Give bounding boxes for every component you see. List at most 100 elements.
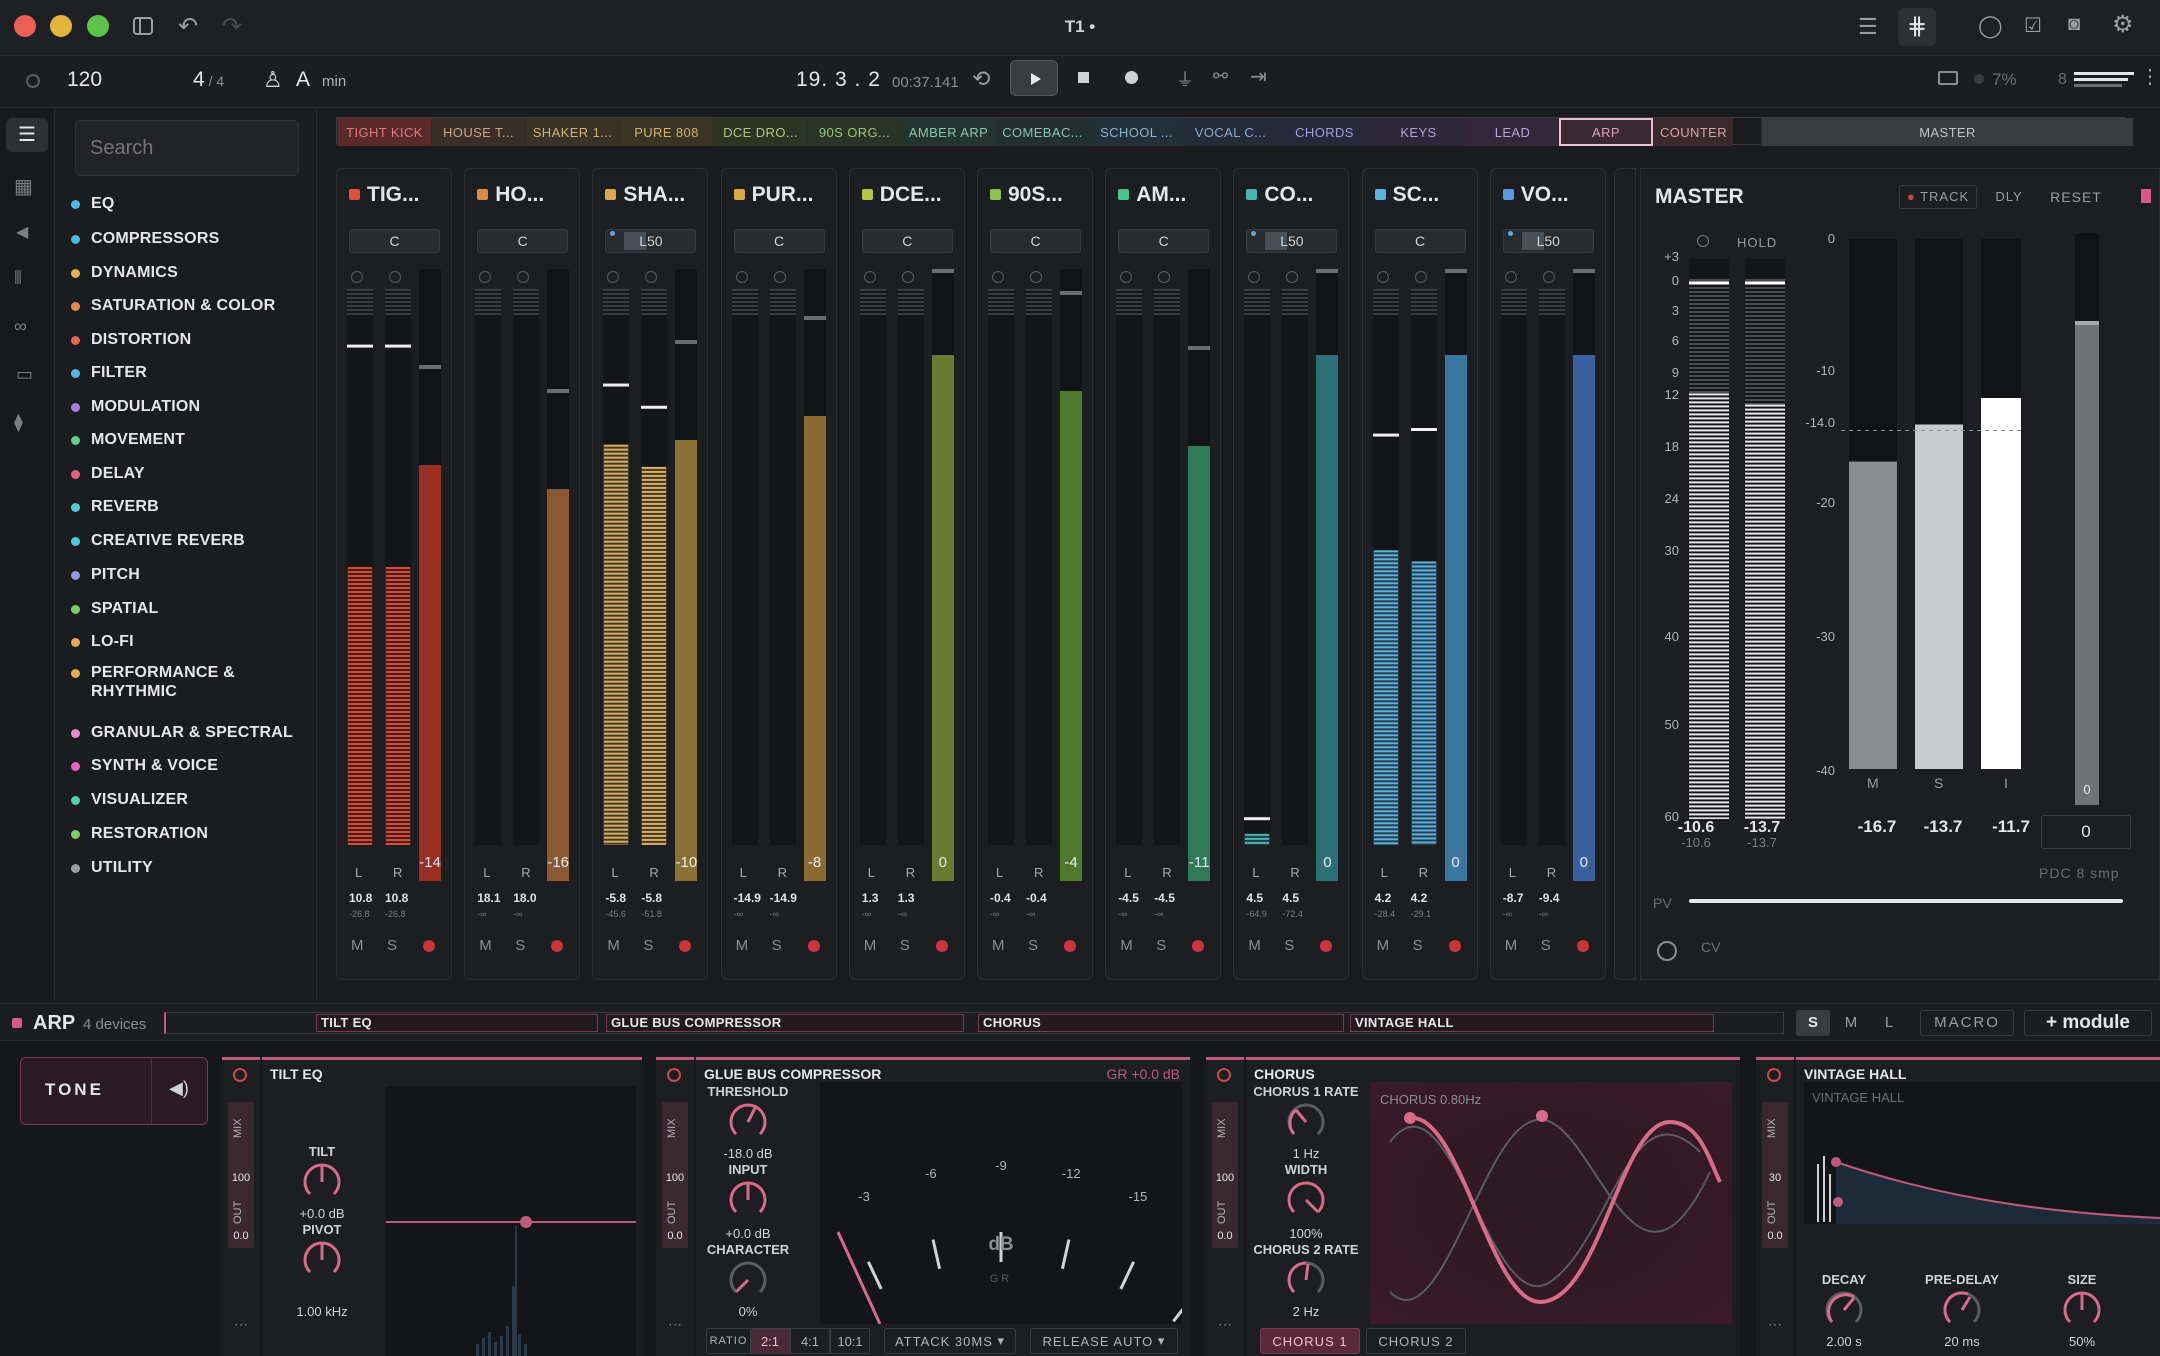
chat-icon[interactable]: ◯ <box>1978 13 2003 39</box>
track-tab[interactable]: MASTER <box>1761 118 2133 146</box>
channel-name[interactable]: HO... <box>495 183 544 207</box>
mute-button[interactable]: M <box>1377 937 1390 954</box>
send-knob-l-icon[interactable] <box>1504 271 1517 283</box>
size-medium-button[interactable]: M <box>1834 1010 1868 1036</box>
width-knob[interactable] <box>1286 1180 1326 1220</box>
master-reset-button[interactable]: RESET <box>2041 185 2111 209</box>
zoom-window-button[interactable] <box>87 15 109 37</box>
chorus1-rate-knob[interactable] <box>1286 1102 1326 1142</box>
channel-name[interactable]: DCE... <box>880 183 942 207</box>
undo-icon[interactable]: ↶ <box>178 12 198 41</box>
tone-instrument[interactable]: TONE ◀) <box>20 1057 208 1125</box>
macro-button[interactable]: MACRO <box>1920 1010 2014 1036</box>
hold-indicator-icon[interactable] <box>1697 235 1709 247</box>
glue-power-icon[interactable] <box>667 1068 681 1082</box>
mute-button[interactable]: M <box>736 937 749 954</box>
category-item[interactable]: COMPRESSORS <box>71 229 219 248</box>
ratio-option[interactable]: 4:1 <box>790 1328 830 1354</box>
category-item[interactable]: PERFORMANCE & RHYTHMIC <box>71 663 235 701</box>
size-knob[interactable] <box>2062 1290 2102 1330</box>
punch-icon[interactable]: ⏚ <box>1176 66 1194 92</box>
chain-slot[interactable]: GLUE BUS COMPRESSOR <box>606 1014 964 1032</box>
key-letter[interactable]: A <box>296 68 310 92</box>
predelay-knob[interactable] <box>1942 1290 1982 1330</box>
record-arm-button[interactable] <box>807 940 820 952</box>
solo-button[interactable]: S <box>1028 937 1038 954</box>
send-knob-r-icon[interactable] <box>901 271 914 283</box>
track-tab[interactable]: DCE DRO... <box>713 118 807 146</box>
category-item[interactable]: REVERB <box>71 497 159 516</box>
track-tab[interactable]: VOCAL C... <box>1183 118 1277 146</box>
track-tab[interactable]: KEYS <box>1371 118 1465 146</box>
pan-control[interactable]: C <box>1374 229 1466 253</box>
channel-name[interactable]: PUR... <box>752 183 814 207</box>
piano-icon[interactable]: ▦ <box>14 174 33 199</box>
input-knob[interactable] <box>728 1180 768 1220</box>
volume-fader[interactable]: -16 <box>547 269 570 881</box>
pan-control[interactable]: C <box>1118 229 1210 253</box>
attack-button[interactable]: ATTACK 30MS ▾ <box>884 1328 1016 1354</box>
metronome-dot-icon[interactable] <box>26 74 40 88</box>
record-arm-button[interactable] <box>551 940 564 952</box>
tilt-eq-more-icon[interactable]: ⋯ <box>234 1316 248 1333</box>
loop-link-icon[interactable]: ∞ <box>14 316 27 337</box>
track-tab[interactable]: PURE 808 <box>619 118 713 146</box>
volume-fader[interactable]: -14 <box>419 269 441 881</box>
hold-button[interactable]: HOLD <box>1737 235 1777 250</box>
pan-control[interactable]: C <box>990 229 1081 253</box>
category-item[interactable]: SATURATION & COLOR <box>71 296 275 315</box>
tilt-eq-power-icon[interactable] <box>233 1068 247 1082</box>
chorus-mix-slider[interactable]: MIX 100 OUT 0.0 <box>1212 1102 1238 1248</box>
category-item[interactable]: DYNAMICS <box>71 263 178 282</box>
mute-button[interactable]: M <box>351 937 364 954</box>
send-knob-r-icon[interactable] <box>1030 271 1042 283</box>
volume-fader[interactable]: 0 <box>931 269 954 881</box>
position-display[interactable]: 19. 3 . 2 <box>796 68 881 92</box>
track-tab[interactable]: HOUSE T... <box>431 118 525 146</box>
channel-name[interactable]: VO... <box>1521 183 1569 207</box>
ratio-option[interactable]: 2:1 <box>750 1328 790 1354</box>
send-knob-r-icon[interactable] <box>773 271 786 283</box>
send-knob-r-icon[interactable] <box>1414 271 1427 283</box>
send-knob-l-icon[interactable] <box>1376 271 1389 283</box>
track-tab[interactable]: COMEBAC... <box>995 118 1089 146</box>
record-button[interactable] <box>1125 71 1138 84</box>
send-knob-r-icon[interactable] <box>389 271 401 283</box>
tilt-eq-mix-slider[interactable]: MIX 100 OUT 0.0 <box>228 1102 254 1248</box>
waveform-icon[interactable]: ⦀ <box>14 268 22 289</box>
track-tab[interactable]: TIGHT KICK <box>337 118 431 146</box>
tilt-eq-display[interactable] <box>386 1086 636 1356</box>
chorus2-tab[interactable]: CHORUS 2 <box>1366 1328 1466 1354</box>
camera-icon[interactable]: ◙ <box>2068 13 2080 36</box>
send-knob-l-icon[interactable] <box>1248 271 1261 283</box>
solo-button[interactable]: S <box>387 937 397 954</box>
tempo-display[interactable]: 120 <box>67 68 102 92</box>
solo-button[interactable]: S <box>900 937 910 954</box>
category-item[interactable]: LO-FI <box>71 632 134 651</box>
mute-button[interactable]: M <box>1120 937 1133 954</box>
solo-button[interactable]: S <box>1284 937 1294 954</box>
pan-control[interactable]: L50 <box>605 229 697 253</box>
pan-control[interactable]: L50 <box>1502 229 1594 253</box>
mute-button[interactable]: M <box>1248 937 1261 954</box>
chorus-power-icon[interactable] <box>1217 1068 1231 1082</box>
send-knob-l-icon[interactable] <box>992 271 1004 283</box>
track-tab[interactable]: 90S ORG... <box>807 118 901 146</box>
category-item[interactable]: DELAY <box>71 464 145 483</box>
category-item[interactable]: PITCH <box>71 565 140 584</box>
speaker-icon[interactable]: ◀ <box>16 222 28 242</box>
category-item[interactable]: GRANULAR & SPECTRAL <box>71 723 293 742</box>
send-knob-r-icon[interactable] <box>1158 271 1171 283</box>
release-button[interactable]: RELEASE AUTO ▾ <box>1030 1328 1178 1354</box>
size-large-button[interactable]: L <box>1872 1010 1906 1036</box>
checklist-icon[interactable]: ☑ <box>2024 13 2042 38</box>
solo-button[interactable]: S <box>1413 937 1423 954</box>
pivot-knob[interactable] <box>302 1240 342 1280</box>
volume-fader[interactable]: -11 <box>1188 269 1211 881</box>
pan-control[interactable]: C <box>861 229 953 253</box>
settings-icon[interactable]: ⚙ <box>2112 10 2134 39</box>
chorus-more-icon[interactable]: ⋯ <box>1218 1316 1232 1333</box>
file-icon[interactable]: ▭ <box>16 364 33 385</box>
mixer-view-button[interactable]: ⋕ <box>1898 8 1936 46</box>
category-item[interactable]: SYNTH & VOICE <box>71 756 218 775</box>
